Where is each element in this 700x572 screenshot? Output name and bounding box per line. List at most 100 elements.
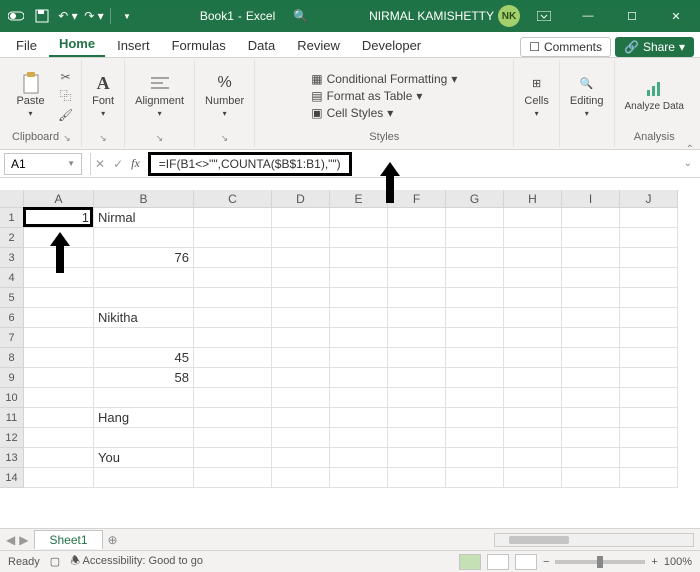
cell[interactable] [388, 308, 446, 328]
cell[interactable]: Nikitha [94, 308, 194, 328]
sheet-nav-prev-icon[interactable]: ◀ [6, 533, 15, 547]
cell[interactable] [620, 288, 678, 308]
row-header[interactable]: 1 [0, 208, 24, 228]
format-as-table-button[interactable]: ▤Format as Table ▾ [311, 89, 457, 103]
cell[interactable] [94, 228, 194, 248]
cell[interactable] [388, 448, 446, 468]
tab-data[interactable]: Data [238, 34, 285, 57]
share-button[interactable]: 🔗 Share ▾ [615, 37, 694, 57]
horizontal-scrollbar[interactable] [494, 533, 694, 547]
cell[interactable] [620, 468, 678, 488]
cell[interactable] [504, 348, 562, 368]
autosave-toggle[interactable] [4, 4, 28, 28]
expand-formula-icon[interactable]: ⌄ [684, 158, 692, 169]
cell[interactable] [194, 328, 272, 348]
cell[interactable] [388, 428, 446, 448]
cell[interactable] [24, 428, 94, 448]
cell[interactable] [94, 468, 194, 488]
cell[interactable] [194, 368, 272, 388]
zoom-slider[interactable] [555, 560, 645, 564]
cell[interactable] [272, 228, 330, 248]
sheet-tab[interactable]: Sheet1 [34, 530, 102, 549]
cell[interactable] [504, 268, 562, 288]
cell[interactable] [388, 288, 446, 308]
cell-styles-button[interactable]: ▣Cell Styles ▾ [311, 106, 457, 120]
cell[interactable] [94, 428, 194, 448]
cell[interactable] [446, 208, 504, 228]
cell[interactable] [272, 208, 330, 228]
row-header[interactable]: 5 [0, 288, 24, 308]
row-header[interactable]: 14 [0, 468, 24, 488]
analyze-data-button[interactable]: Analyze Data [621, 77, 688, 114]
page-break-view-button[interactable] [515, 554, 537, 570]
cell[interactable] [562, 388, 620, 408]
cell[interactable] [504, 388, 562, 408]
spreadsheet-grid[interactable]: ABCDEFGHIJ 11Nirmal2376456Nikitha7845958… [0, 190, 700, 488]
cell[interactable] [446, 408, 504, 428]
cell[interactable] [446, 328, 504, 348]
cell[interactable] [504, 308, 562, 328]
normal-view-button[interactable] [459, 554, 481, 570]
cell[interactable] [330, 288, 388, 308]
column-header[interactable]: F [388, 190, 446, 208]
cell[interactable] [330, 428, 388, 448]
select-all-corner[interactable] [0, 190, 24, 208]
cell[interactable] [562, 228, 620, 248]
close-button[interactable]: ✕ [656, 2, 696, 30]
cell[interactable] [504, 448, 562, 468]
cell[interactable] [620, 328, 678, 348]
column-header[interactable]: J [620, 190, 678, 208]
cell[interactable] [24, 248, 94, 268]
cell[interactable] [620, 248, 678, 268]
cell[interactable] [330, 228, 388, 248]
row-header[interactable]: 9 [0, 368, 24, 388]
cell[interactable] [272, 308, 330, 328]
cell[interactable] [504, 248, 562, 268]
alignment-button[interactable]: Alignment▾ [131, 71, 188, 120]
maximize-button[interactable]: ☐ [612, 2, 652, 30]
cell[interactable] [24, 308, 94, 328]
cell[interactable] [272, 428, 330, 448]
cell[interactable] [194, 448, 272, 468]
cell[interactable] [446, 308, 504, 328]
cell[interactable] [272, 248, 330, 268]
cell[interactable] [620, 408, 678, 428]
cell[interactable] [388, 248, 446, 268]
row-header[interactable]: 4 [0, 268, 24, 288]
cell[interactable] [330, 468, 388, 488]
cell[interactable] [620, 388, 678, 408]
zoom-out-button[interactable]: − [543, 556, 549, 568]
redo-icon[interactable]: ↷ ▾ [82, 4, 106, 28]
search-icon[interactable]: 🔍 [293, 9, 308, 23]
cell[interactable] [446, 268, 504, 288]
cell[interactable] [562, 268, 620, 288]
cell[interactable] [330, 348, 388, 368]
cell[interactable] [272, 368, 330, 388]
cell[interactable] [446, 428, 504, 448]
conditional-formatting-button[interactable]: ▦Conditional Formatting ▾ [311, 72, 457, 86]
cell[interactable] [194, 208, 272, 228]
cell[interactable] [272, 288, 330, 308]
cell[interactable] [504, 228, 562, 248]
cell[interactable] [388, 468, 446, 488]
column-header[interactable]: H [504, 190, 562, 208]
tab-developer[interactable]: Developer [352, 34, 431, 57]
cell[interactable] [562, 408, 620, 428]
page-layout-view-button[interactable] [487, 554, 509, 570]
cell[interactable] [446, 368, 504, 388]
minimize-button[interactable]: — [568, 2, 608, 30]
cell[interactable] [24, 368, 94, 388]
cell[interactable] [272, 268, 330, 288]
cell[interactable] [620, 448, 678, 468]
cell[interactable] [194, 388, 272, 408]
cell[interactable] [94, 268, 194, 288]
cell[interactable] [194, 288, 272, 308]
cell[interactable] [272, 448, 330, 468]
cell[interactable] [194, 228, 272, 248]
column-header[interactable]: C [194, 190, 272, 208]
column-header[interactable]: G [446, 190, 504, 208]
cell[interactable] [194, 248, 272, 268]
cell[interactable] [330, 328, 388, 348]
cell[interactable] [94, 388, 194, 408]
row-header[interactable]: 7 [0, 328, 24, 348]
